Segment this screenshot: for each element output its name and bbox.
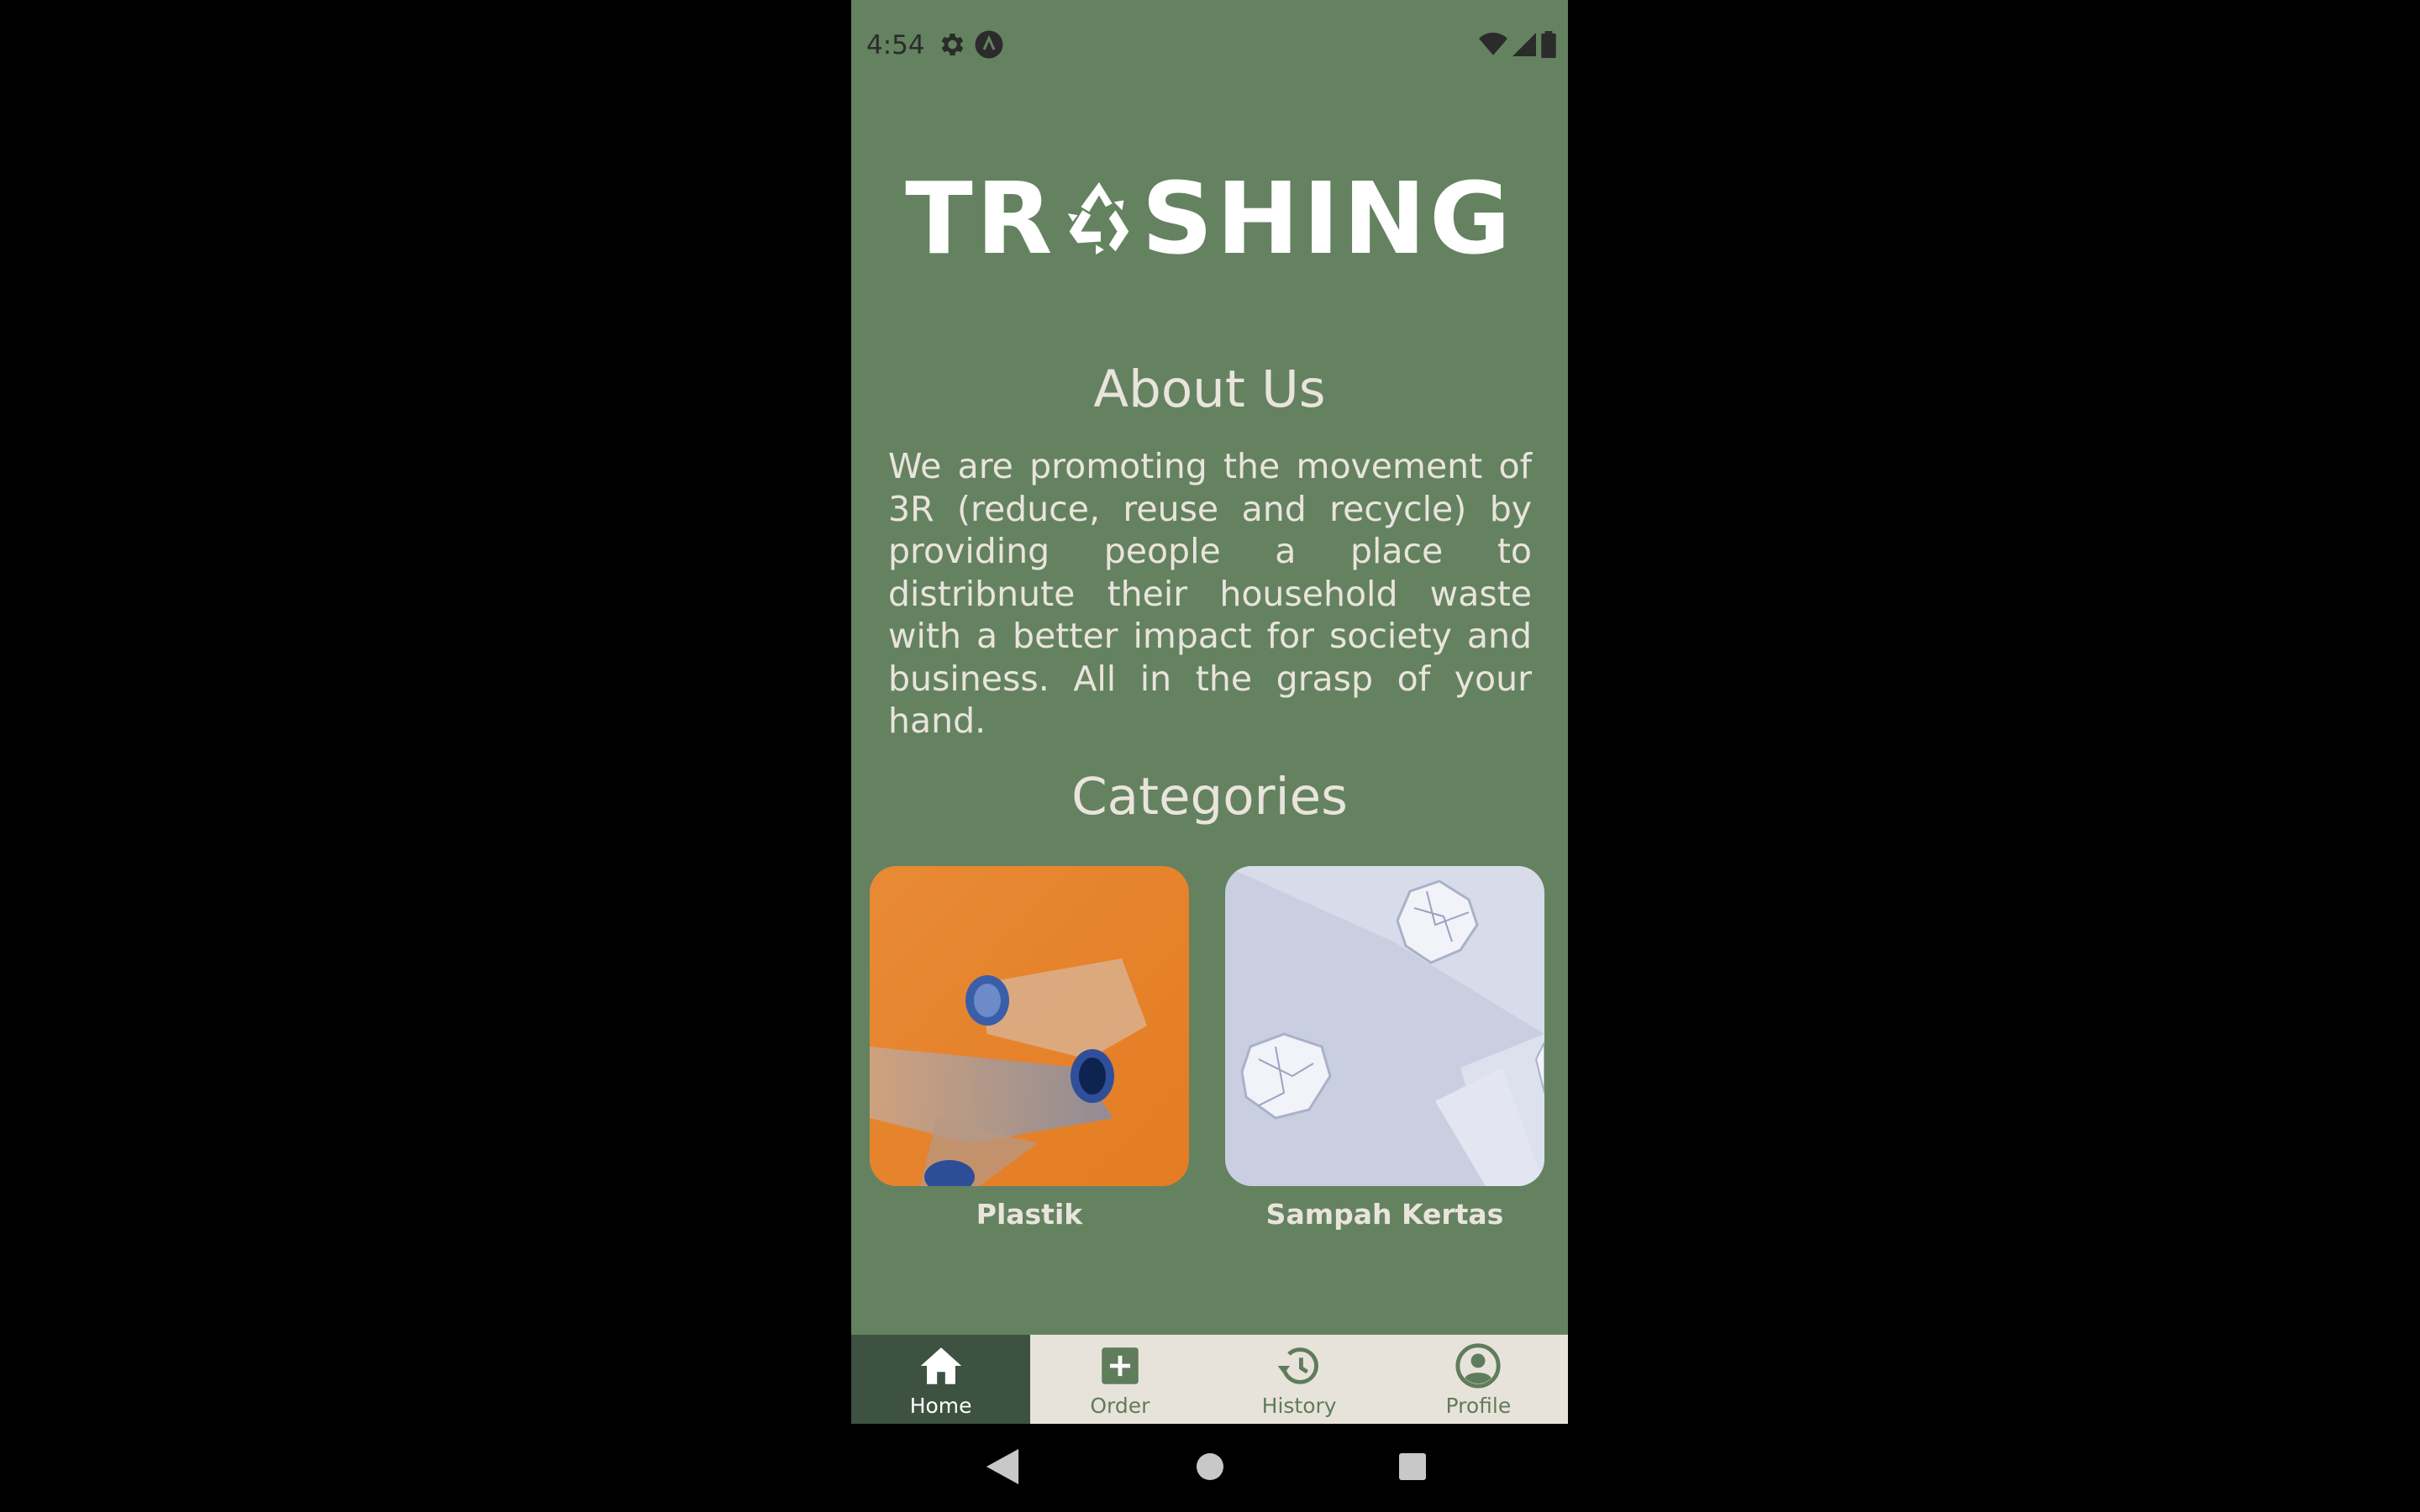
categories-title: Categories (1071, 767, 1348, 827)
logo-text-left: TR (905, 160, 1056, 276)
nav-order-label: Order (1090, 1394, 1150, 1418)
recents-icon[interactable] (1397, 1449, 1428, 1484)
nav-profile-label: Profile (1445, 1394, 1512, 1418)
nav-history[interactable]: History (1210, 1335, 1389, 1424)
crumpled-paper-image (1225, 866, 1544, 1186)
about-text: We are promoting the movement of 3R (red… (888, 446, 1532, 741)
app-screen: 4:54 TR SHING About Us We are promoting … (851, 0, 1568, 1424)
plastic-bottles-image (870, 866, 1189, 1186)
wifi-icon (1479, 32, 1507, 55)
logo-text-right: SHING (1141, 160, 1514, 276)
bottom-navigation: Home Order History Profile (851, 1335, 1568, 1424)
status-icons-right (1479, 29, 1556, 60)
category-label-sampah-kertas[interactable]: Sampah Kertas (1225, 1198, 1544, 1231)
nav-home-label: Home (909, 1394, 972, 1418)
nav-profile[interactable]: Profile (1389, 1335, 1568, 1424)
status-bar: 4:54 (851, 0, 1568, 89)
category-label-plastik[interactable]: Plastik (870, 1198, 1189, 1231)
a-badge-icon (975, 30, 1003, 59)
gear-icon (941, 33, 964, 56)
nav-home[interactable]: Home (851, 1335, 1031, 1424)
cell-signal-icon (1512, 33, 1536, 56)
history-icon (1277, 1347, 1319, 1384)
back-icon[interactable] (986, 1449, 1019, 1484)
about-title: About Us (1093, 360, 1326, 419)
add-box-icon (1102, 1347, 1139, 1384)
category-card-plastik[interactable] (870, 866, 1189, 1186)
recycle-icon (1067, 181, 1128, 255)
phone-frame: 4:54 TR SHING About Us We are promoting … (851, 0, 1568, 1512)
status-time: 4:54 (866, 30, 925, 60)
nav-order[interactable]: Order (1030, 1335, 1209, 1424)
home-button-icon[interactable] (1196, 1449, 1224, 1484)
profile-icon (1455, 1343, 1501, 1389)
app-logo: TR SHING (851, 164, 1568, 273)
category-card-sampah-kertas[interactable] (1225, 866, 1544, 1186)
nav-history-label: History (1261, 1394, 1337, 1418)
home-icon (920, 1347, 961, 1384)
system-navigation-bar (851, 1424, 1568, 1512)
battery-icon (1541, 31, 1556, 58)
